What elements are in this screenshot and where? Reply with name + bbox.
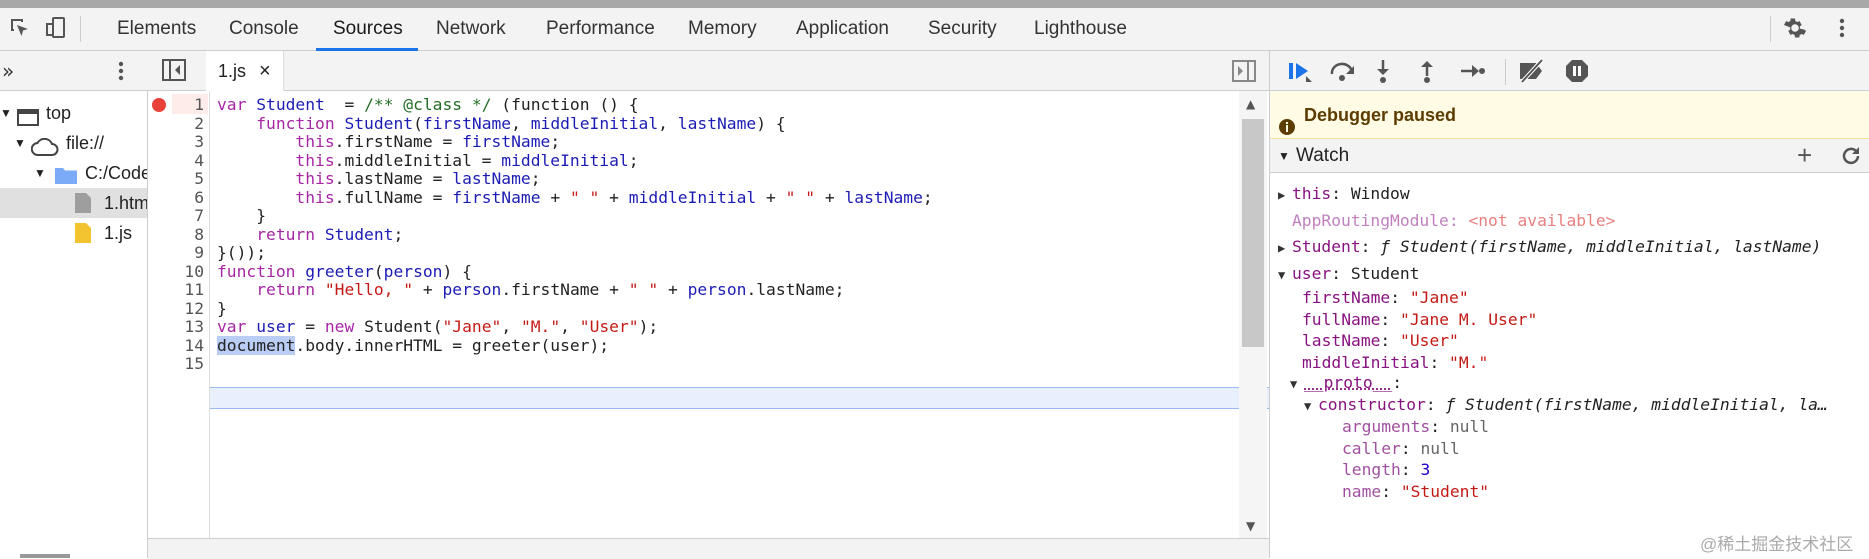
tab-console[interactable]: Console: [229, 8, 299, 50]
code-line[interactable]: document.body.innerHTML = greeter(user);: [217, 335, 609, 357]
frame-icon: [17, 105, 39, 128]
tab-sources[interactable]: Sources: [333, 8, 403, 50]
editor-status-bar: [148, 538, 1269, 559]
line-number[interactable]: 15: [148, 353, 204, 375]
tab-elements[interactable]: Elements: [117, 8, 196, 50]
tab-lighthouse[interactable]: Lighthouse: [1034, 8, 1127, 50]
step-into-icon[interactable]: [1372, 58, 1394, 89]
collapse-arrow-icon: ▼: [1278, 268, 1286, 282]
step-out-icon[interactable]: [1416, 58, 1438, 89]
current-execution-line: [210, 387, 1386, 409]
tab-security[interactable]: Security: [928, 8, 997, 50]
constructor-prop-row[interactable]: length: 3: [1342, 458, 1430, 482]
scroll-up-icon[interactable]: ▲: [1246, 97, 1255, 111]
expand-arrow-icon: ▼: [34, 166, 46, 180]
navigator-menu-icon[interactable]: [117, 59, 125, 88]
watch-item-student[interactable]: ▶ Student: ƒ Student(firstName, middleIni…: [1278, 235, 1821, 259]
watch-prop-row[interactable]: lastName: "User": [1302, 329, 1459, 353]
constructor-prop-row[interactable]: caller: null: [1342, 437, 1460, 461]
resume-icon[interactable]: [1286, 58, 1314, 89]
collapse-arrow-icon: ▼: [1290, 377, 1298, 391]
watch-prop-row[interactable]: firstName: "Jane": [1302, 286, 1469, 310]
expand-arrow-icon: ▶: [1278, 188, 1286, 202]
watch-item-constructor[interactable]: ▼ constructor: ƒ Student(firstName, middl…: [1304, 393, 1828, 417]
deactivate-breakpoints-icon[interactable]: [1516, 58, 1548, 89]
refresh-watch-icon[interactable]: [1840, 145, 1862, 179]
expand-arrow-icon: ▶: [1278, 241, 1286, 255]
device-toolbar-icon[interactable]: [40, 12, 72, 44]
js-file-icon: [74, 222, 92, 248]
more-options-icon[interactable]: [1826, 12, 1858, 44]
watermark: @稀土掘金技术社区: [1700, 535, 1854, 554]
editor-scroll-thumb[interactable]: [1242, 119, 1264, 347]
file-navigator: » ▼ top ▼ file:// ▼ C:/Code 1.htm 1.js: [0, 51, 148, 558]
add-watch-icon[interactable]: +: [1797, 138, 1812, 172]
editor-tabstrip: 1.js ×: [148, 51, 1269, 91]
debugger-sidebar: Debugger paused ▼ Watch + ▶ this: Window …: [1269, 51, 1869, 558]
folder-icon: [54, 164, 78, 188]
tab-network[interactable]: Network: [436, 8, 506, 50]
tab-performance[interactable]: Performance: [546, 8, 655, 50]
step-over-icon[interactable]: [1328, 58, 1358, 89]
code-line[interactable]: this.fullName = firstName + " " + middle…: [217, 187, 932, 209]
watch-item-this[interactable]: ▶ this: Window: [1278, 182, 1410, 206]
pause-on-exceptions-icon[interactable]: [1564, 58, 1590, 89]
toggle-debugger-icon[interactable]: [1232, 60, 1256, 87]
breakpoint-marker[interactable]: [152, 98, 166, 112]
code-editor: 1.js × 1 var Student = /** @class */ (fun…: [148, 51, 1386, 559]
watch-item-user[interactable]: ▼ user: Student: [1278, 262, 1419, 286]
more-tabs-chevron-icon[interactable]: »: [2, 59, 14, 83]
watch-section-header[interactable]: ▼ Watch +: [1270, 139, 1869, 173]
toggle-navigator-icon[interactable]: [162, 59, 186, 86]
navigator-header: »: [0, 51, 148, 91]
watch-item-approuting[interactable]: AppRoutingModule: <not available>: [1292, 209, 1616, 233]
collapse-arrow-icon: ▼: [1304, 399, 1312, 413]
watch-prop-row[interactable]: fullName: "Jane M. User": [1302, 308, 1537, 332]
step-icon[interactable]: [1458, 58, 1486, 89]
inspect-element-icon[interactable]: [4, 12, 36, 44]
tree-item-top[interactable]: ▼ top: [0, 98, 147, 128]
close-tab-icon[interactable]: ×: [259, 60, 271, 82]
settings-gear-icon[interactable]: [1779, 12, 1811, 44]
paused-banner: Debugger paused: [1270, 91, 1869, 139]
collapse-arrow-icon: ▼: [1278, 149, 1290, 163]
tree-item-file-origin[interactable]: ▼ file://: [0, 128, 147, 158]
window-top-strip: [0, 0, 1869, 8]
cloud-icon: [30, 135, 59, 158]
navigator-scrollbar[interactable]: [20, 554, 70, 558]
watch-item-proto[interactable]: ▼ __proto__:: [1290, 371, 1402, 395]
tree-item-js-file[interactable]: 1.js: [0, 218, 147, 248]
constructor-prop-row[interactable]: arguments: null: [1342, 415, 1489, 439]
debugger-controls: [1270, 51, 1869, 91]
editor-tab-1js[interactable]: 1.js ×: [206, 51, 284, 91]
expand-arrow-icon: ▼: [14, 136, 26, 150]
constructor-prop-row[interactable]: name: "Student": [1342, 480, 1489, 504]
scroll-down-icon[interactable]: ▼: [1246, 519, 1255, 533]
html-file-icon: [74, 192, 92, 218]
tree-item-folder[interactable]: ▼ C:/Code: [0, 158, 147, 188]
code-line[interactable]: return "Hello, " + person.firstName + " …: [217, 279, 844, 301]
tab-memory[interactable]: Memory: [688, 8, 757, 50]
tab-application[interactable]: Application: [796, 8, 889, 50]
expand-arrow-icon: ▼: [0, 106, 12, 120]
tree-item-html-file[interactable]: 1.htm: [0, 188, 147, 218]
devtools-toolbar: Elements Console Sources Network Perform…: [0, 8, 1869, 51]
